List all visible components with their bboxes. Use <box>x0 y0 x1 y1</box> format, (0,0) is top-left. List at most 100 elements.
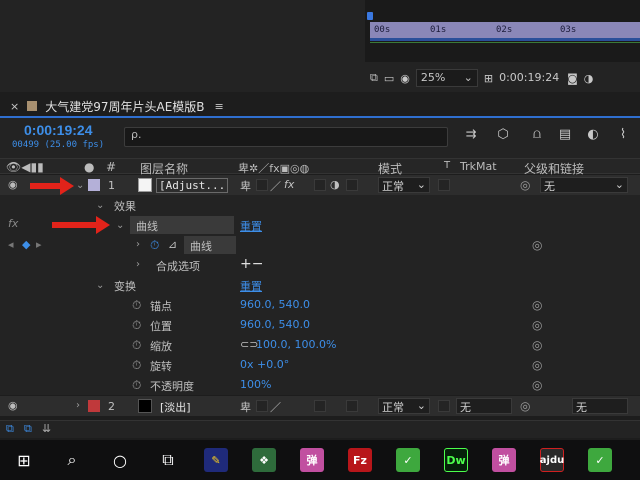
pickwhip-icon[interactable]: ◎ <box>520 178 530 192</box>
eye-icon[interactable]: ◉ <box>8 399 18 412</box>
app-icon-green[interactable]: ❖ <box>240 440 288 480</box>
keyframe-nav-right-icon[interactable]: ▸ <box>36 238 42 251</box>
track-matte-box[interactable] <box>438 400 450 412</box>
layer-name[interactable]: [Adjust... <box>156 178 229 193</box>
transfer-icon[interactable]: ⧉ <box>24 422 32 436</box>
app-icon-green-3[interactable]: ✓ <box>576 440 624 480</box>
opacity-row[interactable]: ⏱ 不透明度 100% ◎ <box>0 375 640 395</box>
curves-property-row[interactable]: ◂ ◆ ▸ › ⏱ ⊿ 曲线 ◎ <box>0 235 640 255</box>
quality-icon[interactable]: ／ <box>270 399 281 415</box>
stopwatch-icon[interactable]: ⏱ <box>132 298 141 313</box>
quality-icon[interactable]: ／ <box>270 178 281 194</box>
expand-chevron-icon[interactable]: ⌄ <box>96 200 104 211</box>
graph-editor-icon[interactable]: ⌇ <box>614 127 632 145</box>
rotation-value[interactable]: 0x +0.0° <box>240 358 289 371</box>
blend-mode-select[interactable]: 正常 ⌄ <box>378 177 430 193</box>
draft-3d-icon[interactable]: ⬡ <box>494 127 512 145</box>
rotation-row[interactable]: ⏱ 旋转 0x +0.0° ◎ <box>0 355 640 375</box>
dreamweaver-icon[interactable]: Dw <box>432 440 480 480</box>
composition-canvas[interactable] <box>0 0 362 92</box>
reset-link[interactable]: 重置 <box>240 218 262 234</box>
search-icon[interactable]: ⌕ <box>48 440 96 480</box>
eye-icon[interactable]: ◉ <box>8 178 18 191</box>
pickwhip-icon[interactable]: ◎ <box>532 238 542 252</box>
chevron-right-icon[interactable]: › <box>76 400 80 411</box>
pickwhip-icon[interactable]: ◎ <box>532 298 542 312</box>
app-icon-red[interactable]: ajdu <box>528 440 576 480</box>
position-value[interactable]: 960.0, 540.0 <box>240 318 310 331</box>
pickwhip-icon[interactable]: ◎ <box>520 399 530 413</box>
comp-title[interactable]: 大气建党97周年片头AE模版B <box>45 98 204 115</box>
zoom-select[interactable]: 25% ⌄ <box>415 69 478 87</box>
curves-label[interactable]: 曲线 <box>136 218 158 234</box>
cortana-icon[interactable]: ○ <box>96 440 144 480</box>
switch-box[interactable] <box>314 179 326 191</box>
expand-chevron-icon[interactable]: ⌄ <box>96 280 104 291</box>
keyframe-nav-left-icon[interactable]: ◂ <box>8 238 14 251</box>
label-color-swatch[interactable] <box>88 400 100 412</box>
add-remove-mask-button[interactable]: +− <box>240 256 263 272</box>
monitor-icon[interactable]: ▭ <box>384 72 394 85</box>
windows-start-icon[interactable]: ⊞ <box>0 440 48 480</box>
switch-box[interactable] <box>256 400 268 412</box>
pickwhip-icon[interactable]: ◎ <box>532 358 542 372</box>
camera-snapshot-icon[interactable]: ◙ <box>567 72 578 85</box>
app-icon-dan[interactable]: 弹 <box>288 440 336 480</box>
layer-name[interactable]: [淡出] <box>160 399 191 415</box>
shy-layers-icon[interactable]: ⩍ <box>528 127 546 145</box>
blend-mode-select[interactable]: 正常 ⌄ <box>378 398 430 414</box>
track-matte-box[interactable] <box>438 179 450 191</box>
stopwatch-icon[interactable]: ⏱ <box>132 358 141 373</box>
keyframe-diamond-icon[interactable]: ◆ <box>22 238 30 251</box>
stopwatch-icon[interactable]: ⏱ <box>132 338 141 353</box>
panel-menu-icon[interactable]: ≡ <box>215 100 224 113</box>
fx-switch-icon[interactable]: fx <box>284 178 294 191</box>
switch-box[interactable] <box>346 179 358 191</box>
layer-search-input[interactable]: ρ. <box>124 127 448 147</box>
reset-link[interactable]: 重置 <box>240 278 262 294</box>
stopwatch-icon[interactable]: ⏱ <box>132 378 141 393</box>
playhead-marker[interactable] <box>367 12 373 20</box>
render-icon[interactable]: ⧉ <box>6 422 14 436</box>
work-area-bar[interactable] <box>370 38 640 41</box>
layer-row[interactable]: ◉ › 2 [淡出] 卑 ／ 正常 ⌄ 无 ◎ 无 <box>0 396 640 416</box>
transform-group[interactable]: ⌄ 变换 重置 <box>0 275 640 295</box>
close-icon[interactable]: × <box>10 100 19 113</box>
effects-group[interactable]: ⌄ 效果 <box>0 195 640 215</box>
shy-switch-icon[interactable]: 卑 <box>240 178 251 194</box>
trkmat-select[interactable]: 无 <box>456 398 512 414</box>
label-tag-icon[interactable]: ● <box>84 160 94 174</box>
parent-select[interactable]: 无 <box>572 398 628 414</box>
position-row[interactable]: ⏱ 位置 960.0, 540.0 ◎ <box>0 315 640 335</box>
timeline-tab[interactable]: × 大气建党97周年片头AE模版B ≡ <box>0 96 640 116</box>
opacity-value[interactable]: 100% <box>240 378 271 391</box>
adjustment-layer-icon[interactable]: ◑ <box>330 178 340 191</box>
comp-flowchart-icon[interactable]: ⇉ <box>462 127 480 145</box>
switch-box[interactable] <box>256 179 268 191</box>
color-icon[interactable]: ◑ <box>584 72 594 85</box>
anchor-value[interactable]: 960.0, 540.0 <box>240 298 310 311</box>
vr-goggles-icon[interactable]: ◉ <box>400 72 410 85</box>
parent-select[interactable]: 无 ⌄ <box>540 177 628 193</box>
frame-blending-icon[interactable]: ▤ <box>556 127 574 145</box>
current-time-display[interactable]: 0:00:19:24 <box>24 122 93 138</box>
shy-switch-icon[interactable]: 卑 <box>240 399 251 415</box>
layer-row[interactable]: ◉ ⌄ 1 [Adjust... 卑 ／ fx ◑ 正常 ⌄ ◎ 无 ⌄ <box>0 175 640 195</box>
filezilla-icon[interactable]: Fz <box>336 440 384 480</box>
app-icon-dan-2[interactable]: 弹 <box>480 440 528 480</box>
stopwatch-icon[interactable]: ⏱ <box>132 318 141 333</box>
chevron-right-icon[interactable]: › <box>136 239 140 250</box>
always-preview-icon[interactable]: ⧉ <box>370 71 378 85</box>
pickwhip-icon[interactable]: ◎ <box>532 378 542 392</box>
stopwatch-icon[interactable]: ⏱ <box>150 238 159 253</box>
app-icon-feather[interactable]: ✎ <box>192 440 240 480</box>
comp-timecode[interactable]: 0:00:19:24 <box>499 69 561 87</box>
region-icon[interactable]: ⊞ <box>484 72 493 85</box>
switch-box[interactable] <box>314 400 326 412</box>
compositing-options-row[interactable]: › 合成选项 +− <box>0 255 640 275</box>
expand-chevron-icon[interactable]: ⌄ <box>116 220 124 231</box>
scale-value[interactable]: 100.0, 100.0% <box>256 338 336 351</box>
label-color-swatch[interactable] <box>88 179 100 191</box>
chevron-right-icon[interactable]: › <box>136 259 140 270</box>
task-view-icon[interactable]: ⧉ <box>144 440 192 480</box>
